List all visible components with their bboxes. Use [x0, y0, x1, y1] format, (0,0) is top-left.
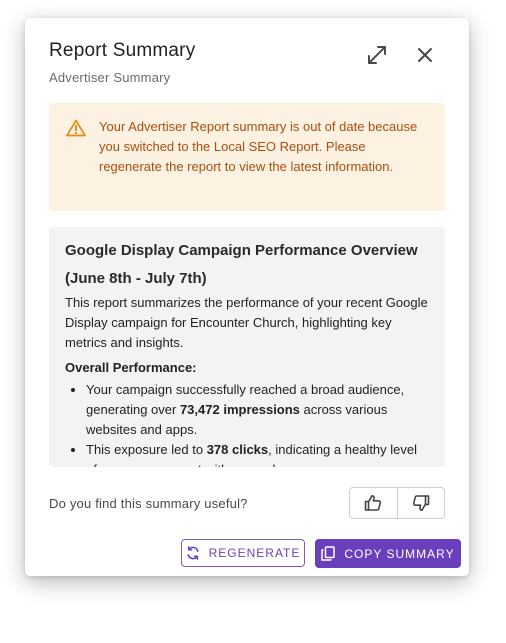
dialog-subtitle: Advertiser Summary — [49, 70, 171, 85]
report-summary-dialog: Report Summary Advertiser Summary Your A… — [25, 18, 469, 576]
close-button[interactable] — [410, 40, 440, 70]
feedback-vote-group — [349, 487, 445, 519]
copy-icon — [321, 546, 336, 561]
performance-list: Your campaign successfully reached a bro… — [65, 380, 431, 467]
copy-summary-button[interactable]: COPY SUMMARY — [315, 539, 461, 568]
warning-triangle-icon — [66, 119, 86, 137]
list-item: This exposure led to 378 clicks, indicat… — [86, 440, 431, 467]
summary-intro: This report summarizes the performance o… — [65, 295, 428, 350]
out-of-date-warning: Your Advertiser Report summary is out of… — [49, 103, 445, 211]
section-heading: Overall Performance: — [65, 360, 197, 375]
summary-content[interactable]: Google Display Campaign Performance Over… — [49, 227, 445, 467]
copy-summary-label: COPY SUMMARY — [344, 546, 455, 561]
refresh-icon — [186, 546, 199, 560]
thumbs-up-icon — [364, 495, 382, 511]
regenerate-label: REGENERATE — [208, 546, 301, 560]
summary-title: Google Display Campaign Performance Over… — [65, 242, 418, 287]
thumbs-down-button[interactable] — [396, 488, 445, 518]
close-icon — [418, 48, 432, 62]
expand-button[interactable] — [362, 40, 392, 70]
feedback-question: Do you find this summary useful? — [49, 496, 248, 511]
thumbs-up-button[interactable] — [350, 488, 397, 518]
thumbs-down-icon — [412, 495, 430, 511]
warning-message: Your Advertiser Report summary is out of… — [99, 119, 418, 174]
regenerate-button[interactable]: REGENERATE — [181, 539, 305, 567]
expand-icon — [368, 46, 386, 64]
list-item: Your campaign successfully reached a bro… — [86, 380, 431, 440]
dialog-title: Report Summary — [49, 40, 196, 61]
